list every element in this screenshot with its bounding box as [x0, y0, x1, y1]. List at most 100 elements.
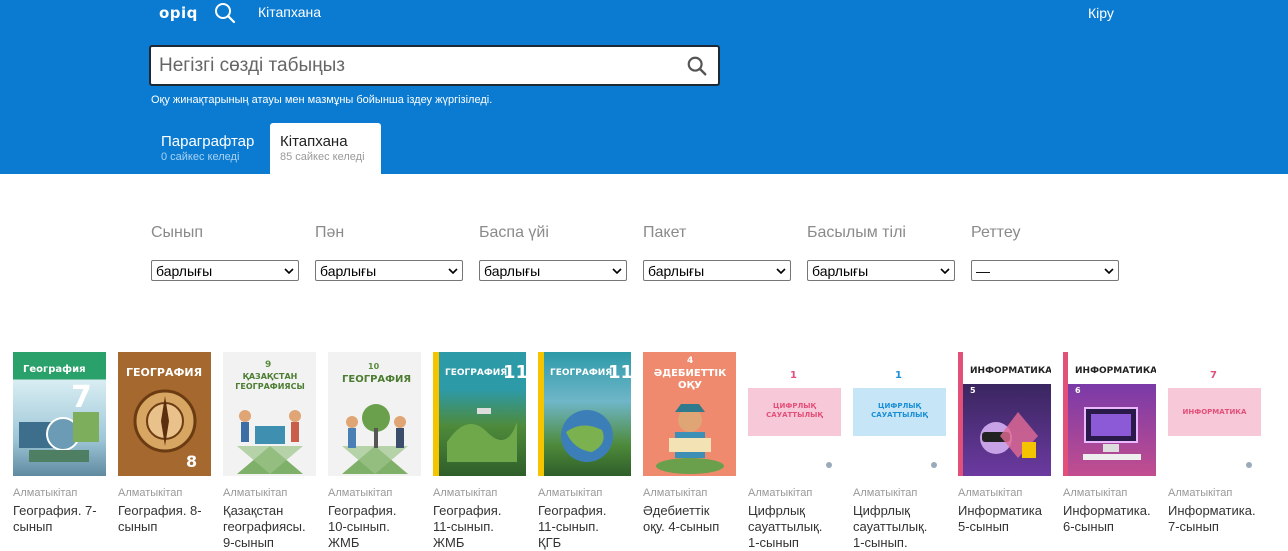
landscape-illustration-icon — [447, 408, 517, 462]
book-card[interactable]: 7 ИНФОРМАТИКА Алматыкітап Информатика. 7… — [1168, 352, 1262, 535]
book-cover[interactable]: ГЕОГРАФИЯ 8 — [118, 352, 211, 476]
book-cover[interactable]: 7 ИНФОРМАТИКА — [1168, 352, 1261, 476]
tab-paragraphs[interactable]: Параграфтар 0 сайкес келеді — [151, 123, 265, 174]
book-card[interactable]: 4 ӘДЕБИЕТТІК ОҚУ Алматыкітап Әдебиеттік … — [643, 352, 737, 535]
sort-select[interactable]: — — [971, 260, 1119, 281]
book-title[interactable]: Информатика 5-сынып — [958, 503, 1052, 535]
book-title[interactable]: Информатика. 6-сынып — [1063, 503, 1157, 535]
publisher-select[interactable]: барлығы — [479, 260, 627, 281]
book-cover[interactable]: ГЕОГРАФИЯ 11 — [538, 352, 631, 476]
book-title[interactable]: География. 11-сынып. ЖМБ — [433, 503, 527, 551]
chevron-down-icon — [1104, 267, 1114, 274]
book-card[interactable]: 1 ЦИФРЛЫҚ САУАТТЫЛЫҚ Алматыкітап Цифрлық… — [853, 352, 947, 551]
book-cover[interactable]: География 7 — [13, 352, 106, 476]
book-cover[interactable]: ИНФОРМАТИКА 6 — [1063, 352, 1156, 476]
select-value: — — [976, 262, 990, 279]
book-title-line: Қазақстан — [223, 503, 284, 518]
book-title-line: 11-сынып. — [538, 519, 599, 534]
book-title-line: 7-сынып — [1168, 519, 1219, 534]
book-title[interactable]: Цифрлық сауаттылық. 1-сынып — [748, 503, 842, 551]
cover-title: ГЕОГРАФИЯ — [126, 366, 203, 379]
filter-label: Пән — [315, 224, 345, 241]
book-title-line: Цифрлық — [853, 503, 910, 518]
chevron-down-icon — [776, 267, 786, 274]
book-title[interactable]: Қазақстан географиясы. 9-сынып — [223, 503, 317, 551]
book-list: География 7 Алматыкітап География. 7- сы… — [13, 352, 1288, 551]
book-cover[interactable]: 1 ЦИФРЛЫҚ САУАТТЫЛЫҚ — [853, 352, 946, 476]
cover-stripe — [433, 352, 439, 476]
cover-title: ҚАЗАҚСТАН ГЕОГРАФИЯСЫ — [235, 372, 305, 391]
book-card[interactable]: ГЕОГРАФИЯ 11 Алматыкітап География. 11-с… — [538, 352, 632, 551]
cover-title: ИНФОРМАТИКА — [1075, 366, 1156, 376]
book-title-line: 9-сынып — [223, 535, 274, 550]
book-card[interactable]: География 7 Алматыкітап География. 7- сы… — [13, 352, 107, 535]
cover-number: 1 — [895, 370, 902, 381]
book-title[interactable]: Цифрлық сауаттылық. 1-сынып. — [853, 503, 947, 551]
compass-illustration-icon — [133, 389, 197, 453]
book-title-line: ЖМБ — [433, 535, 465, 550]
book-title-line: 6-сынып — [1063, 519, 1114, 534]
book-title-line: ЖМБ — [328, 535, 360, 550]
cover-logo-dot — [931, 462, 937, 468]
nav-library-link[interactable]: Кітапхана — [258, 4, 321, 20]
book-title-line: Информатика. — [1168, 503, 1256, 518]
filter-label: Реттеу — [971, 224, 1021, 241]
book-card[interactable]: ИНФОРМАТИКА 5 Алматыкітап Информатика 5-… — [958, 352, 1052, 535]
grade-select[interactable]: барлығы — [151, 260, 299, 281]
filter-package: Пакет барлығы — [643, 224, 791, 281]
cover-stripe — [1063, 352, 1068, 476]
book-title-line: 1-сынып — [748, 535, 799, 550]
cover-title: География — [23, 364, 86, 375]
book-cover[interactable]: 9 ҚАЗАҚСТАН ГЕОГРАФИЯСЫ — [223, 352, 316, 476]
tab-library[interactable]: Кітапхана 85 сайкес келеді — [270, 123, 381, 174]
book-publisher: Алматыкітап — [1063, 487, 1128, 499]
book-title-line: Информатика — [958, 503, 1042, 518]
chevron-down-icon — [448, 267, 458, 274]
cover-number: 11 — [503, 362, 526, 383]
book-publisher: Алматыкітап — [538, 487, 603, 499]
book-title[interactable]: География. 8- сынып — [118, 503, 212, 535]
book-card[interactable]: ГЕОГРАФИЯ 11 Алматыкітап География. 11-с… — [433, 352, 527, 551]
book-card[interactable]: ГЕОГРАФИЯ 8 Алматыкітап География. 8- сы… — [118, 352, 212, 535]
subject-select[interactable]: барлығы — [315, 260, 463, 281]
book-title[interactable]: География. 7- сынып — [13, 503, 107, 535]
book-cover[interactable]: ГЕОГРАФИЯ 11 — [433, 352, 526, 476]
book-cover[interactable]: 1 ЦИФРЛЫҚ САУАТТЫЛЫҚ — [748, 352, 841, 476]
cover-number: 4 — [687, 356, 694, 366]
opiq-logo[interactable]: opiq — [159, 4, 198, 22]
cover-number: 7 — [1210, 370, 1217, 381]
book-card[interactable]: 1 ЦИФРЛЫҚ САУАТТЫЛЫҚ Алматыкітап Цифрлық… — [748, 352, 842, 551]
book-card[interactable]: 10 ГЕОГРАФИЯ Алматыкітап География. 10-с… — [328, 352, 422, 551]
book-card[interactable]: ИНФОРМАТИКА 6 Алматыкітап Информатика. 6… — [1063, 352, 1157, 535]
search-submit-icon[interactable] — [676, 47, 718, 84]
search-input[interactable] — [151, 47, 676, 84]
language-select[interactable]: барлығы — [807, 260, 955, 281]
search-box — [149, 45, 720, 86]
book-title[interactable]: Әдебиеттік оқу. 4-сынып — [643, 503, 737, 535]
book-card[interactable]: 9 ҚАЗАҚСТАН ГЕОГРАФИЯСЫ Алматыкітап Қаза… — [223, 352, 317, 551]
filter-language: Басылым тілі барлығы — [807, 224, 955, 281]
book-title-line: сауаттылық. — [853, 519, 928, 534]
search-icon[interactable] — [213, 1, 237, 25]
book-title[interactable]: География. 11-сынып. ҚГБ — [538, 503, 632, 551]
login-link[interactable]: Кіру — [1088, 5, 1114, 21]
book-title[interactable]: Информатика. 7-сынып — [1168, 503, 1262, 535]
students-illustration-icon — [342, 404, 408, 474]
cover-number: 9 — [265, 360, 272, 370]
filter-sort: Реттеу — — [971, 224, 1119, 281]
reader-illustration-icon — [656, 404, 724, 474]
cover-title: ГЕОГРАФИЯ — [445, 368, 508, 378]
select-value: барлығы — [648, 262, 705, 279]
search-hint: Оқу жинақтарының атауы мен мазмұны бойын… — [151, 94, 493, 106]
book-cover[interactable]: ИНФОРМАТИКА 5 — [958, 352, 1051, 476]
cover-title: ИНФОРМАТИКА — [1182, 408, 1247, 416]
book-cover[interactable]: 10 ГЕОГРАФИЯ — [328, 352, 421, 476]
cover-title: ГЕОГРАФИЯ — [342, 374, 412, 385]
package-select[interactable]: барлығы — [643, 260, 791, 281]
cover-stripe — [538, 352, 544, 476]
book-title[interactable]: География. 10-сынып. ЖМБ — [328, 503, 422, 551]
book-cover[interactable]: 4 ӘДЕБИЕТТІК ОҚУ — [643, 352, 736, 476]
computer-illustration-icon — [1083, 407, 1141, 460]
book-title-line: 1-сынып. — [853, 535, 908, 550]
cover-title: ГЕОГРАФИЯ — [550, 368, 613, 378]
